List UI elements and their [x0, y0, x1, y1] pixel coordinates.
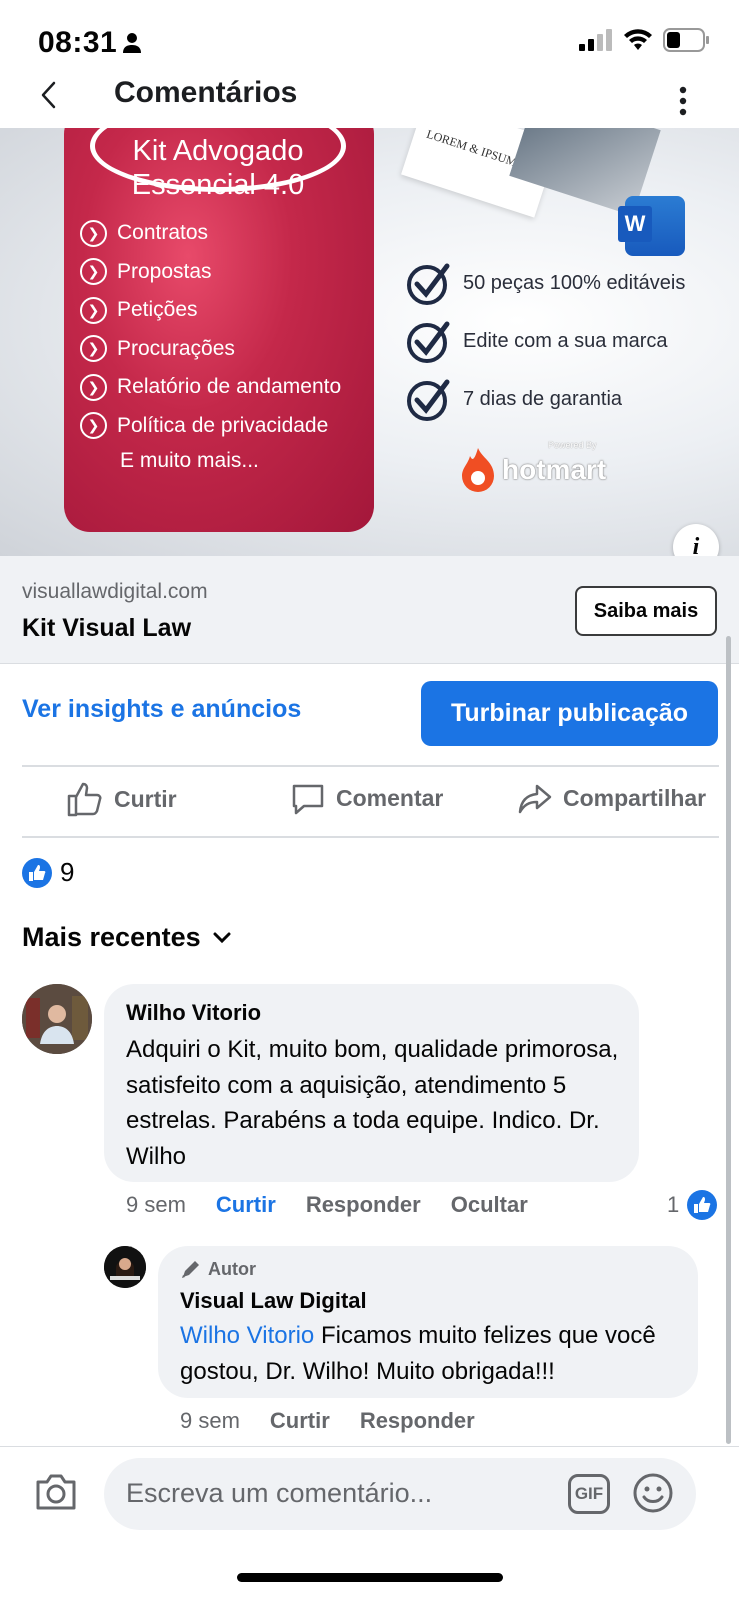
chevron-down-icon	[213, 932, 231, 943]
flame-icon	[462, 448, 494, 492]
more-icon[interactable]	[679, 86, 687, 116]
comment-time: 9 sem	[126, 1192, 186, 1217]
comment-bubble[interactable]: Wilho Vitorio Adquiri o Kit, muito bom, …	[104, 984, 639, 1182]
home-indicator	[237, 1573, 503, 1582]
reply-like-button[interactable]: Curtir	[270, 1408, 330, 1434]
battery-icon	[663, 28, 709, 52]
ad-card-item: ❯ Procurações	[80, 330, 341, 369]
link-title: Kit Visual Law	[22, 614, 192, 642]
like-icon	[67, 782, 102, 817]
comment-actions: 9 sem Curtir Responder Ocultar	[126, 1192, 558, 1218]
divider	[0, 1446, 739, 1447]
like-button[interactable]: Curtir	[66, 780, 177, 818]
camera-icon[interactable]	[34, 1472, 78, 1512]
like-badge-icon	[22, 857, 52, 888]
ad-card-item: ❯ Relatório de andamento	[80, 368, 341, 407]
ad-check-row: 7 dias de garantia	[405, 370, 685, 428]
ad-card-item: ❯ Política de privacidade	[80, 407, 341, 446]
check-circle-icon	[407, 321, 450, 363]
reaction-summary[interactable]: 9	[22, 857, 74, 888]
chevron-right-icon: ❯	[80, 412, 107, 440]
wifi-icon	[624, 29, 652, 50]
gif-icon[interactable]: GIF	[568, 1474, 610, 1514]
chevron-right-icon: ❯	[80, 258, 107, 286]
reply-actions: 9 sem Curtir Responder	[180, 1408, 505, 1434]
ad-card-item: ❯ Contratos	[80, 214, 341, 253]
chevron-right-icon: ❯	[80, 296, 107, 324]
comment-author[interactable]: Wilho Vitorio	[126, 1000, 261, 1026]
hotmart-logo: hotmart Powered By	[460, 440, 606, 494]
share-button[interactable]: Compartilhar	[517, 780, 706, 816]
comment-like-button[interactable]: Curtir	[216, 1192, 276, 1218]
page-title: Comentários	[114, 76, 298, 109]
boost-button[interactable]: Turbinar publicação	[421, 681, 718, 746]
mention-link[interactable]: Wilho Vitorio	[180, 1322, 314, 1349]
ad-card-more: E muito mais...	[120, 449, 259, 472]
ad-checklist: 50 peças 100% editáveis Edite com a sua …	[405, 254, 685, 428]
check-circle-icon	[407, 263, 450, 305]
avatar[interactable]	[22, 984, 92, 1054]
comment-input[interactable]: Escreva um comentário... GIF	[104, 1458, 696, 1530]
chevron-right-icon: ❯	[80, 373, 107, 401]
ad-card-item: ❯ Petições	[80, 291, 341, 330]
reply-time: 9 sem	[180, 1408, 240, 1433]
scrollbar[interactable]	[726, 636, 731, 1444]
ad-card-title: Kit Advogado Essencial 4.0	[131, 135, 305, 201]
emoji-icon[interactable]	[632, 1472, 674, 1514]
ad-info-button[interactable]: i	[673, 524, 719, 556]
divider	[22, 836, 719, 838]
word-letter: W	[618, 206, 652, 242]
sort-dropdown[interactable]: Mais recentes	[22, 922, 231, 953]
reply-author[interactable]: Visual Law Digital	[180, 1288, 367, 1314]
reply-bubble[interactable]: Autor Visual Law Digital Wilho Vitorio F…	[158, 1246, 698, 1398]
comment-hide-button[interactable]: Ocultar	[451, 1192, 528, 1218]
status-icons	[579, 28, 709, 52]
comment-icon	[292, 784, 324, 815]
ad-image[interactable]: Kit Advogado Essencial 4.0 ❯ Contratos ❯ P…	[0, 128, 739, 556]
author-badge: Autor	[180, 1258, 256, 1280]
divider	[22, 765, 719, 767]
comment-input-placeholder: Escreva um comentário...	[126, 1478, 433, 1508]
like-badge-icon	[687, 1190, 718, 1220]
reaction-count: 9	[60, 857, 75, 887]
comment-button[interactable]: Comentar	[290, 780, 443, 816]
learn-more-button[interactable]: Saiba mais	[575, 586, 717, 636]
pencil-icon	[182, 1261, 199, 1278]
reply-reply-button[interactable]: Responder	[360, 1408, 475, 1434]
back-icon[interactable]	[38, 80, 62, 110]
reply-text: Wilho Vitorio Ficamos muito felizes que …	[180, 1322, 656, 1385]
comment-reply-button[interactable]: Responder	[306, 1192, 421, 1218]
status-time: 08:31	[38, 26, 118, 59]
insights-link[interactable]: Ver insights e anúncios	[22, 695, 301, 724]
comment-text: Adquiri o Kit, muito bom, qualidade prim…	[126, 1036, 619, 1170]
link-preview[interactable]: visuallawdigital.com Kit Visual Law Saib…	[0, 556, 739, 664]
signal-icon	[579, 29, 612, 51]
ad-card-item: ❯ Propostas	[80, 253, 341, 292]
comment-like-count[interactable]: 1	[667, 1190, 718, 1220]
chevron-right-icon: ❯	[80, 335, 107, 363]
ad-check-row: 50 peças 100% editáveis	[405, 254, 685, 312]
avatar[interactable]	[104, 1246, 146, 1288]
link-domain: visuallawdigital.com	[22, 580, 208, 603]
chevron-right-icon: ❯	[80, 219, 107, 247]
check-circle-icon	[407, 379, 450, 421]
person-icon	[123, 33, 141, 53]
ad-check-row: Edite com a sua marca	[405, 312, 685, 370]
share-icon	[518, 784, 552, 814]
ad-card-list: ❯ Contratos ❯ Propostas ❯ Petições ❯ Procura…	[80, 214, 341, 473]
